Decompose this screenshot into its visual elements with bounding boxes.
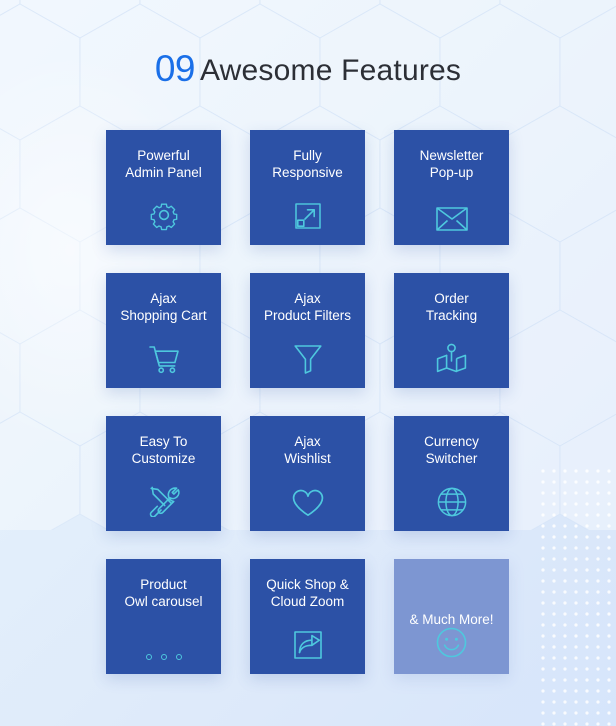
feature-card[interactable]: & Much More! (394, 559, 509, 674)
feature-card-label: Quick Shop & Cloud Zoom (266, 577, 349, 609)
feature-count: 09 (154, 48, 196, 89)
feature-card-label: Fully Responsive (272, 148, 343, 180)
feature-card-label: Product Owl carousel (124, 577, 203, 609)
envelope-icon (394, 207, 509, 231)
three-dots-icon (106, 654, 221, 660)
feature-card-label: Powerful Admin Panel (125, 148, 202, 180)
globe-icon (394, 487, 509, 517)
page-title: 09 Awesome Features (0, 48, 616, 90)
feature-card-label: Ajax Wishlist (284, 434, 331, 466)
shopping-cart-icon (106, 345, 221, 374)
feature-card-label: Newsletter Pop-up (419, 148, 484, 180)
features-section: 09 Awesome Features Powerful Admin Panel … (0, 0, 616, 726)
tools-icon (106, 485, 221, 517)
feature-card-label: Order Tracking (425, 291, 478, 323)
page-title-text: Awesome Features (200, 54, 462, 87)
feature-card[interactable]: Order Tracking (394, 273, 509, 388)
feature-card-label: & Much More! (409, 612, 494, 627)
feature-card[interactable]: Ajax Shopping Cart (106, 273, 221, 388)
feature-card[interactable]: Powerful Admin Panel (106, 130, 221, 245)
feature-card-label: Ajax Product Filters (263, 291, 352, 323)
feature-card[interactable]: Newsletter Pop-up (394, 130, 509, 245)
feature-card[interactable]: Product Owl carousel (106, 559, 221, 674)
feature-card[interactable]: Currency Switcher (394, 416, 509, 531)
share-arrow-icon (250, 630, 365, 660)
feature-card-label: Easy To Customize (131, 434, 196, 466)
resize-arrow-icon (250, 201, 365, 231)
feature-card[interactable]: Quick Shop & Cloud Zoom (250, 559, 365, 674)
gear-icon (106, 199, 221, 231)
feature-card[interactable]: Ajax Product Filters (250, 273, 365, 388)
feature-card[interactable]: Easy To Customize (106, 416, 221, 531)
feature-card[interactable]: Ajax Wishlist (250, 416, 365, 531)
feature-card-label: Currency Switcher (424, 434, 479, 466)
feature-card[interactable]: Fully Responsive (250, 130, 365, 245)
features-grid: Powerful Admin Panel Fully Responsive Ne… (106, 130, 510, 674)
smiley-icon (394, 627, 509, 658)
feature-card-label: Ajax Shopping Cart (120, 291, 207, 323)
funnel-icon (250, 344, 365, 374)
map-pin-icon (394, 343, 509, 374)
heart-icon (250, 489, 365, 517)
